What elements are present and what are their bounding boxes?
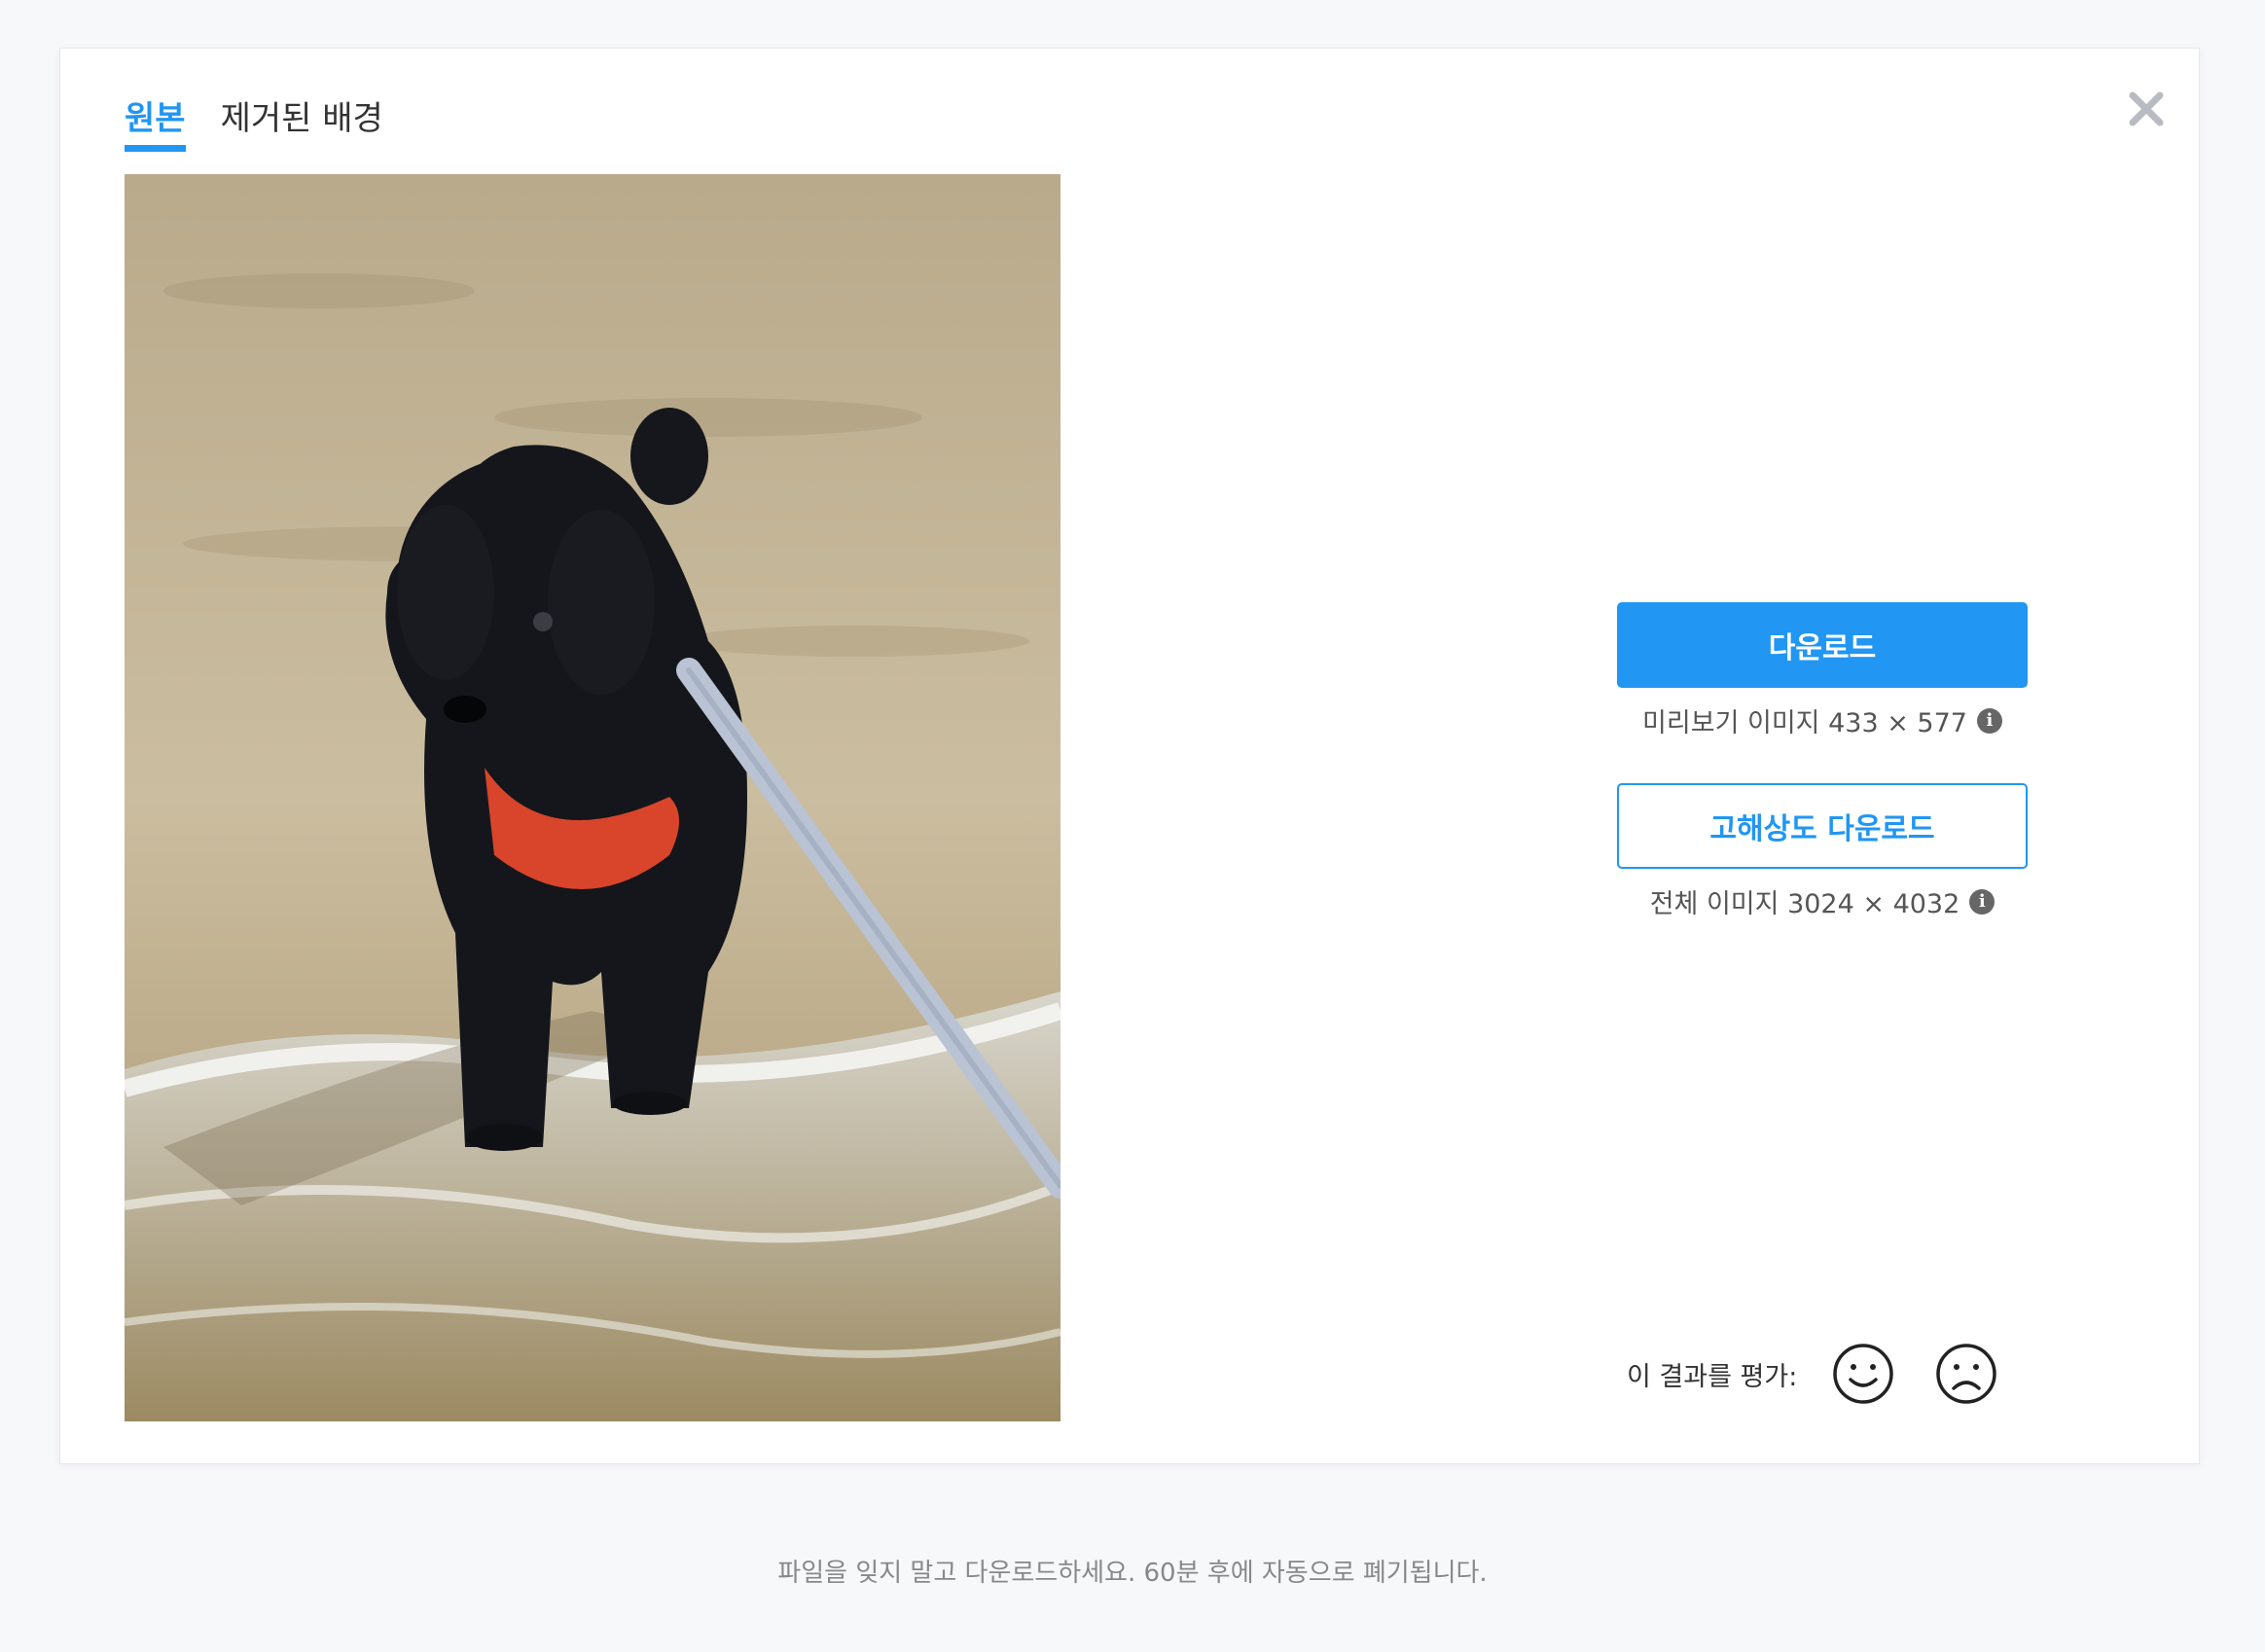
info-icon[interactable]: i [1969, 888, 1995, 915]
tab-removed-background[interactable]: 제거된 배경 [221, 97, 383, 150]
close-icon[interactable] [2125, 88, 2168, 130]
rating-label: 이 결과를 평가: [1627, 1361, 1798, 1392]
tab-bar: 원본 제거된 배경 [125, 97, 418, 152]
preview-size-text: 미리보기 이미지 433 × 577 [1642, 708, 1967, 738]
download-panel: 다운로드 미리보기 이미지 433 × 577 i 고해상도 다운로드 전체 이… [1617, 602, 2028, 964]
full-size-info: 전체 이미지 3024 × 4032 i [1617, 882, 2028, 920]
frown-icon[interactable] [1935, 1343, 1997, 1405]
full-size-text: 전체 이미지 3024 × 4032 [1649, 889, 1960, 919]
download-button[interactable]: 다운로드 [1617, 602, 2028, 688]
result-card: 원본 제거된 배경 다운로드 미리보기 이미지 433 × 577 i 고해상도… [59, 48, 2200, 1464]
rating-row: 이 결과를 평가: [1627, 1343, 2038, 1405]
footer-notice: 파일을 잊지 말고 다운로드하세요. 60분 후에 자동으로 폐기됩니다. [777, 1559, 1488, 1588]
smile-icon[interactable] [1832, 1343, 1894, 1405]
tab-original[interactable]: 원본 [125, 97, 186, 152]
preview-size-info: 미리보기 이미지 433 × 577 i [1617, 701, 2028, 739]
hd-download-button[interactable]: 고해상도 다운로드 [1617, 783, 2028, 869]
dog-photo [125, 174, 1061, 1421]
info-icon[interactable]: i [1976, 707, 2002, 734]
preview-image [125, 174, 1061, 1421]
